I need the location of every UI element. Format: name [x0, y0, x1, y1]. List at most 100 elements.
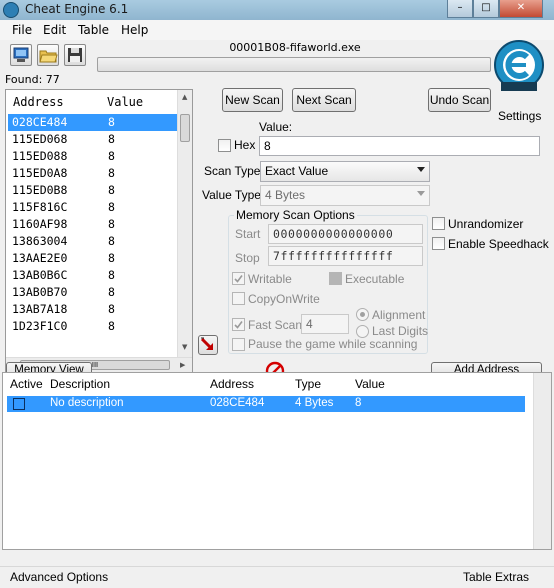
menu-table[interactable]: Table: [78, 23, 109, 37]
value-label: Value:: [259, 120, 293, 134]
results-vertical-scrollbar[interactable]: ▲ ▼: [177, 90, 192, 358]
app-icon: [3, 2, 19, 18]
scroll-down-icon[interactable]: ▼: [182, 343, 187, 351]
result-value: 8: [108, 285, 115, 299]
result-address: 115ED0B8: [12, 183, 68, 197]
result-row[interactable]: 13AAE2E0 8: [8, 250, 178, 267]
cheat-engine-logo-icon: [494, 40, 544, 91]
scan-results-list[interactable]: Address Value 028CE484 8 115ED068 8 115ED0…: [5, 89, 193, 373]
col-value[interactable]: Value: [355, 377, 385, 391]
result-value: 8: [108, 200, 115, 214]
result-row[interactable]: 115F816C 8: [8, 199, 178, 216]
value-type-select[interactable]: 4 Bytes: [260, 185, 430, 206]
result-address: 028CE484: [12, 115, 68, 129]
hex-checkbox[interactable]: [218, 139, 231, 152]
close-button[interactable]: ✕: [499, 0, 543, 18]
table-extras-link[interactable]: Table Extras: [463, 570, 529, 584]
result-row[interactable]: 115ED068 8: [8, 131, 178, 148]
fast-scan-checkbox[interactable]: [232, 318, 245, 331]
scroll-up-icon[interactable]: ▲: [182, 93, 187, 101]
table-vertical-scrollbar[interactable]: [533, 373, 551, 549]
col-description[interactable]: Description: [50, 377, 110, 391]
unrandomizer-checkbox[interactable]: [432, 217, 445, 230]
executable-checkbox[interactable]: [329, 272, 342, 285]
speedhack-label: Enable Speedhack: [448, 237, 549, 251]
pause-game-label: Pause the game while scanning: [248, 337, 418, 351]
copy-on-write-label: CopyOnWrite: [248, 292, 320, 306]
stop-address-input[interactable]: 7fffffffffffffff: [268, 246, 423, 266]
result-address: 13AB7A18: [12, 302, 68, 316]
row-description: No description: [50, 397, 124, 409]
start-address-input[interactable]: 0000000000000000: [268, 224, 423, 244]
add-selected-to-list-button[interactable]: [198, 335, 218, 355]
menu-help[interactable]: Help: [121, 23, 148, 37]
pause-game-checkbox[interactable]: [232, 338, 245, 351]
minimize-button[interactable]: –: [447, 0, 473, 18]
new-scan-button[interactable]: New Scan: [222, 88, 283, 112]
result-address: 1D23F1C0: [12, 319, 68, 333]
result-row[interactable]: 1160AF98 8: [8, 216, 178, 233]
scan-type-label: Scan Type: [204, 164, 261, 178]
results-scroll-thumb[interactable]: [180, 114, 190, 142]
result-row[interactable]: 13AB0B6C 8: [8, 267, 178, 284]
open-file-button[interactable]: [37, 44, 59, 66]
writable-label: Writable: [248, 272, 292, 286]
speedhack-checkbox[interactable]: [432, 237, 445, 250]
unrandomizer-label: Unrandomizer: [448, 217, 524, 231]
result-value: 8: [108, 132, 115, 146]
result-row[interactable]: 115ED088 8: [8, 148, 178, 165]
scan-value-input[interactable]: 8: [259, 136, 540, 156]
alignment-radio[interactable]: [356, 308, 369, 321]
undo-scan-button[interactable]: Undo Scan: [428, 88, 491, 112]
col-active[interactable]: Active: [10, 377, 43, 391]
result-value: 8: [108, 166, 115, 180]
result-value: 8: [108, 183, 115, 197]
writable-checkbox[interactable]: [232, 272, 245, 285]
scan-type-select[interactable]: Exact Value: [260, 161, 430, 182]
result-value: 8: [108, 251, 115, 265]
scroll-right-icon[interactable]: ▶: [180, 361, 185, 369]
next-scan-button[interactable]: Next Scan: [292, 88, 356, 112]
result-address: 115ED0A8: [12, 166, 68, 180]
col-address[interactable]: Address: [210, 377, 254, 391]
fast-scan-input[interactable]: 4: [301, 314, 349, 334]
menu-file[interactable]: File: [12, 23, 32, 37]
result-row[interactable]: 13863004 8: [8, 233, 178, 250]
menu-edit[interactable]: Edit: [43, 23, 66, 37]
menu-bar: File Edit Table Help: [0, 20, 554, 40]
result-value: 8: [108, 115, 115, 129]
result-row[interactable]: 115ED0A8 8: [8, 165, 178, 182]
value-type-value: 4 Bytes: [265, 188, 306, 202]
cheat-engine-logo[interactable]: [493, 38, 545, 110]
fast-scan-label: Fast Scan: [248, 318, 303, 332]
result-address: 115ED088: [12, 149, 68, 163]
open-process-button[interactable]: [10, 44, 32, 66]
maximize-button[interactable]: □: [473, 0, 499, 18]
results-header-value[interactable]: Value: [107, 95, 143, 109]
active-checkbox[interactable]: [13, 398, 25, 410]
save-button[interactable]: [64, 44, 86, 66]
settings-link[interactable]: Settings: [498, 109, 541, 123]
radio-dot-icon: [360, 312, 365, 317]
cheat-table[interactable]: Active Description Address Type Value No…: [2, 372, 552, 550]
row-value: 8: [355, 397, 362, 409]
result-row[interactable]: 1D23F1C0 8: [8, 318, 178, 335]
result-row[interactable]: 13AB7A18 8: [8, 301, 178, 318]
result-address: 1160AF98: [12, 217, 68, 231]
window-title: Cheat Engine 6.1: [25, 2, 129, 16]
col-type[interactable]: Type: [295, 377, 321, 391]
chevron-down-icon: [417, 167, 425, 172]
advanced-options-link[interactable]: Advanced Options: [10, 570, 108, 584]
check-icon: [234, 321, 243, 329]
value-type-label: Value Type: [202, 188, 261, 202]
results-header-address[interactable]: Address: [13, 95, 64, 109]
result-value: 8: [108, 149, 115, 163]
row-type: 4 Bytes: [295, 397, 334, 409]
result-address: 13AAE2E0: [12, 251, 68, 265]
copy-on-write-checkbox[interactable]: [232, 292, 245, 305]
result-row[interactable]: 028CE484 8: [8, 114, 178, 131]
result-row[interactable]: 115ED0B8 8: [8, 182, 178, 199]
alignment-label: Alignment: [372, 308, 426, 322]
hex-label: Hex: [234, 138, 256, 152]
result-row[interactable]: 13AB0B70 8: [8, 284, 178, 301]
